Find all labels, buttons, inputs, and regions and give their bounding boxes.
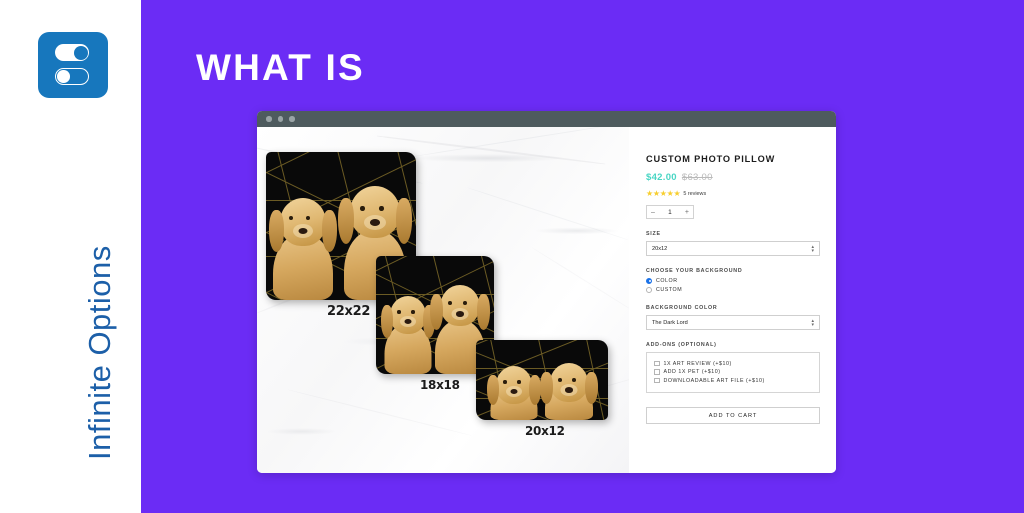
pillow-size-label: 18x18 [420, 378, 460, 392]
window-close-icon[interactable] [266, 116, 272, 122]
review-count[interactable]: 5 reviews [683, 191, 706, 197]
add-to-cart-button[interactable]: ADD TO CART [646, 407, 820, 424]
background-color-field: BACKGROUND COLOR The Dark Lord ▴ ▾ [646, 305, 820, 330]
addons-label: ADD-ONS (OPTIONAL) [646, 342, 717, 348]
radio-label: CUSTOM [656, 287, 683, 293]
background-color-select-value: The Dark Lord [652, 319, 688, 326]
chevron-updown-icon: ▴ ▾ [811, 243, 814, 254]
radio-option-color[interactable]: COLOR [646, 277, 820, 284]
pillow-size-label: 22x22 [327, 304, 371, 319]
dog-photo [487, 362, 541, 420]
checkbox-icon[interactable] [654, 369, 660, 375]
quantity-decrease-button[interactable]: – [651, 209, 655, 216]
product-gallery: 22x22 18x18 20x12 [257, 127, 629, 473]
toggle-knob [57, 70, 70, 83]
marble-vein [466, 187, 629, 241]
window-maximize-icon[interactable] [289, 116, 295, 122]
dog-photo [540, 360, 598, 420]
background-color-label: BACKGROUND COLOR [646, 305, 718, 311]
pillow-20x12[interactable] [476, 340, 608, 420]
product-info-panel: CUSTOM PHOTO PILLOW $42.00 $63.00 ★★★★★ … [629, 127, 836, 473]
radio-icon[interactable] [646, 287, 652, 293]
background-choice-label: CHOOSE YOUR BACKGROUND [646, 268, 743, 274]
infinite-options-logo [38, 32, 108, 98]
brand-rail: Infinite Options [0, 0, 141, 513]
size-select-value: 20x12 [652, 245, 668, 252]
addon-option-art-review[interactable]: 1X ART REVIEW (+$10) [654, 361, 812, 367]
marble-vein [531, 247, 629, 312]
checkbox-icon[interactable] [654, 377, 660, 384]
chevron-updown-icon: ▴ ▾ [811, 317, 814, 328]
browser-window: 22x22 18x18 20x12 CUSTOM PHOTO PILLOW $4… [257, 111, 836, 473]
size-select[interactable]: 20x12 ▴ ▾ [646, 241, 820, 256]
quantity-increase-button[interactable]: + [685, 209, 689, 216]
quantity-stepper[interactable]: – 1 + [646, 205, 694, 219]
page-title: WHAT IS [196, 47, 365, 88]
price-row: $42.00 $63.00 [646, 172, 820, 183]
toggle-knob [73, 45, 88, 60]
sale-price: $42.00 [646, 172, 677, 183]
radio-option-custom[interactable]: CUSTOM [646, 287, 820, 293]
compare-at-price: $63.00 [681, 172, 713, 183]
marble-vein [286, 389, 472, 437]
toggle-switch-off-icon [55, 68, 89, 85]
browser-titlebar [257, 111, 836, 127]
addons-box: 1X ART REVIEW (+$10) ADD 1X PET (+$10) D… [646, 352, 820, 393]
rating-row[interactable]: ★★★★★ 5 reviews [646, 189, 820, 198]
quantity-value[interactable]: 1 [668, 209, 672, 216]
toggle-switch-on-icon [55, 44, 89, 61]
size-field: SIZE 20x12 ▴ ▾ [646, 231, 820, 256]
size-label: SIZE [646, 231, 661, 237]
addon-option-art-file[interactable]: DOWNLOADABLE ART FILE (+$10) [654, 378, 812, 384]
purple-stage: WHAT IS 22x22 18x18 20x12 CUSTOM PHOTO P… [141, 0, 1024, 513]
addons-field: ADD-ONS (OPTIONAL) 1X ART REVIEW (+$10) … [646, 342, 820, 393]
radio-icon-selected[interactable] [646, 277, 652, 284]
background-color-select[interactable]: The Dark Lord ▴ ▾ [646, 315, 820, 330]
pillow-size-label: 20x12 [525, 424, 565, 438]
pillow-face [476, 340, 608, 420]
browser-viewport: 22x22 18x18 20x12 CUSTOM PHOTO PILLOW $4… [257, 127, 836, 473]
addon-label: DOWNLOADABLE ART FILE (+$10) [663, 377, 765, 384]
addon-label: 1X ART REVIEW (+$10) [663, 360, 732, 367]
addon-option-add-pet[interactable]: ADD 1X PET (+$10) [654, 369, 812, 375]
dog-photo [269, 190, 337, 300]
radio-label: COLOR [656, 277, 678, 284]
background-choice-field: CHOOSE YOUR BACKGROUND COLOR CUSTOM [646, 268, 820, 293]
dog-photo [381, 290, 435, 374]
star-rating-icon: ★★★★★ [646, 189, 681, 198]
brand-name: Infinite Options [82, 245, 117, 460]
product-title: CUSTOM PHOTO PILLOW [646, 154, 776, 164]
window-minimize-icon[interactable] [277, 116, 283, 122]
checkbox-icon[interactable] [654, 360, 660, 367]
addon-label: ADD 1X PET (+$10) [663, 369, 721, 375]
